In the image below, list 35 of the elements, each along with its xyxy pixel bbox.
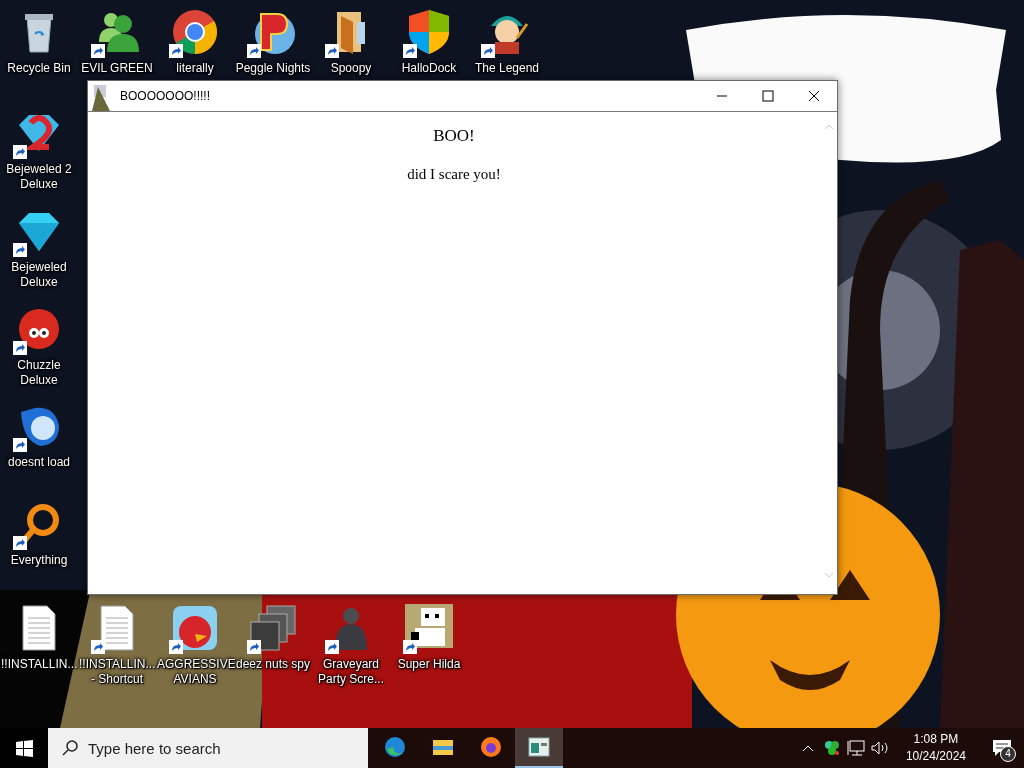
search-icon [62, 740, 78, 756]
window-title: BOOOOOOO!!!!! [120, 89, 211, 103]
icon-label[interactable]: HalloDock [391, 61, 467, 76]
icon-label[interactable]: !!INSTALLIN... - Shortcut [79, 657, 155, 687]
maximize-icon [762, 90, 774, 102]
search-field[interactable]: Type here to search [48, 728, 368, 768]
edge-icon [383, 735, 407, 759]
icon-label[interactable]: !!INSTALLIN... [1, 657, 77, 672]
icon-label[interactable]: doesnt load [1, 455, 77, 471]
clock[interactable]: 1:08 PM 10/24/2024 [897, 728, 974, 768]
browser-icon[interactable] [171, 8, 219, 56]
icon-label[interactable]: Everything [1, 553, 77, 569]
start-button[interactable] [0, 728, 48, 768]
notification-count: 4 [1000, 746, 1016, 762]
icon-label[interactable]: Super Hilda [391, 657, 467, 672]
firefox-icon [479, 735, 503, 759]
windows-logo-icon [15, 739, 33, 757]
stacked-windows-icon[interactable] [249, 604, 297, 652]
icon-label[interactable]: Graveyard Party Scre... [313, 657, 389, 687]
icon-label[interactable]: The Legend [469, 61, 545, 76]
app-window-icon [527, 735, 551, 759]
icon-label[interactable]: Recycle Bin [1, 61, 77, 76]
icon-label[interactable]: Bejeweled Deluxe [1, 259, 77, 290]
icon-label[interactable]: deez nuts spy [235, 657, 311, 672]
icon-label[interactable]: Chuzzle Deluxe [1, 357, 77, 388]
icon-label[interactable]: literally [157, 61, 233, 76]
message-text: did I scare you! [407, 166, 501, 183]
taskbar-app[interactable] [515, 728, 563, 768]
icon-label[interactable]: EVIL GREEN [79, 61, 155, 76]
icon-label[interactable]: Spoopy [313, 61, 389, 76]
heading: BOO! [433, 126, 475, 146]
notification-button[interactable]: 4 [980, 728, 1024, 768]
close-icon [808, 90, 820, 102]
icon-label[interactable]: Bejeweled 2 Deluxe [1, 162, 77, 192]
icon-label[interactable]: Peggle Nights [235, 61, 311, 76]
